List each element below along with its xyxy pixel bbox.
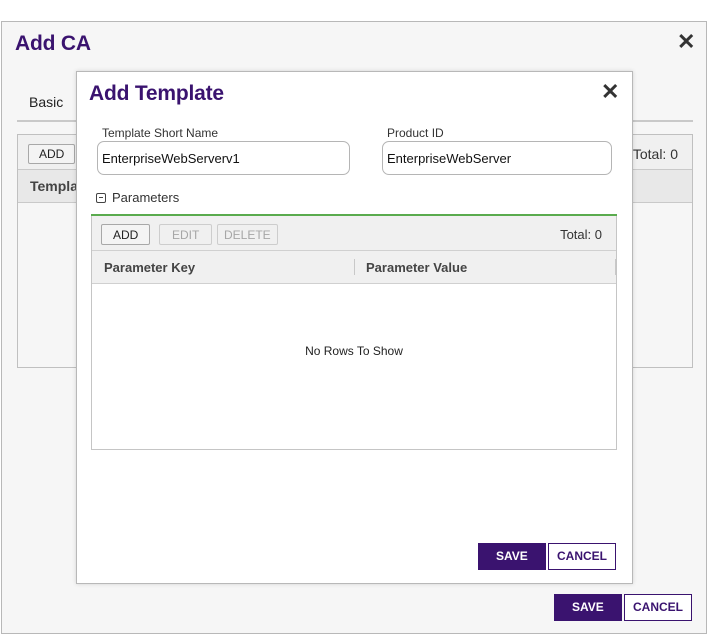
template-short-name-label: Template Short Name (102, 126, 219, 140)
add-parameter-button[interactable]: ADD (101, 224, 151, 245)
add-template-button[interactable]: ADD (28, 144, 76, 164)
template-save-button[interactable]: SAVE (478, 543, 546, 570)
column-header-template: Templat (30, 178, 83, 194)
add-template-title: Add Template (89, 82, 224, 105)
close-icon[interactable]: ✕ (601, 81, 619, 103)
add-template-dialog: Add Template ✕ Template Short Name Produ… (76, 71, 633, 584)
parameters-section-label: Parameters (112, 190, 180, 205)
template-cancel-button[interactable]: CANCEL (548, 543, 616, 570)
parameters-total-count: Total: 0 (560, 227, 602, 242)
ca-save-button[interactable]: SAVE (554, 594, 622, 621)
edit-parameter-button[interactable]: EDIT (159, 224, 213, 245)
ca-cancel-button[interactable]: CANCEL (624, 594, 692, 621)
tab-basic[interactable]: Basic (29, 94, 63, 110)
add-ca-title: Add CA (15, 32, 91, 55)
parameters-grid-header: Parameter Key Parameter Value (92, 251, 616, 284)
product-id-input[interactable] (382, 141, 612, 175)
close-icon[interactable]: ✕ (677, 31, 695, 53)
minus-square-icon (96, 192, 106, 203)
template-short-name-input[interactable] (97, 141, 350, 175)
empty-grid-message: No Rows To Show (305, 344, 403, 358)
product-id-label: Product ID (387, 126, 444, 140)
templates-total-count: Total: 0 (632, 146, 678, 162)
delete-parameter-button[interactable]: DELETE (217, 224, 278, 245)
column-separator[interactable] (354, 259, 355, 275)
parameters-grid: ADD EDIT DELETE Total: 0 Parameter Key P… (91, 216, 617, 450)
parameters-section-toggle[interactable]: Parameters (96, 190, 179, 205)
parameters-grid-toolbar: ADD EDIT DELETE Total: 0 (92, 216, 616, 251)
column-header-parameter-key[interactable]: Parameter Key (104, 260, 195, 275)
column-header-parameter-value[interactable]: Parameter Value (366, 260, 467, 275)
column-separator[interactable] (615, 259, 616, 275)
